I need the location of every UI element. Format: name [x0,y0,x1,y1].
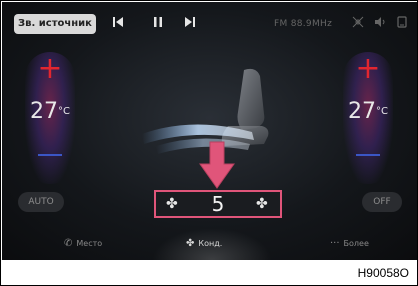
right-temp-up-button[interactable]: + [338,54,398,84]
pause-icon[interactable] [152,14,164,34]
fan-off-icon[interactable] [352,14,364,34]
top-bar: Зв. источник FM 88.9MHz [2,2,417,46]
source-button[interactable]: Зв. источник [14,14,96,34]
right-temperature: 27°C [338,100,398,124]
left-temp-value: 27 [30,99,58,124]
fan-decrease-icon[interactable]: ✤ [166,196,178,212]
off-button[interactable]: OFF [362,192,402,212]
left-temp-up-button[interactable]: + [20,54,80,84]
skip-previous-icon[interactable] [112,14,124,34]
fan-speed-control: ✤ 5 ✤ [154,190,282,218]
tab-more-label: Более [343,239,369,248]
phone-icon[interactable] [396,14,408,34]
right-temp-value: 27 [348,99,376,124]
bottom-tab-bar: ✆ Место ✤ Конд. ··· Более [2,228,417,260]
volume-icon[interactable] [374,14,386,34]
tab-climate[interactable]: ✤ Конд. [186,236,222,252]
auto-button[interactable]: AUTO [18,192,64,212]
fan-icon: ✤ [186,238,195,249]
left-temperature-zone: + 27°C [20,52,80,184]
tab-seat-label: Место [76,239,103,248]
skip-next-icon[interactable] [184,14,196,34]
phone-icon: ✆ [64,238,73,249]
left-temperature: 27°C [20,100,80,124]
fan-increase-icon[interactable]: ✤ [256,196,268,212]
figure-caption: H90058O [357,266,409,280]
arrow-pointer-icon [199,141,235,189]
right-temperature-zone: + 27°C [338,52,398,184]
climate-screen: Зв. источник FM 88.9MHz + 27°C + 27°C AU… [2,2,417,260]
right-temp-unit: °C [376,106,388,117]
left-temp-down-button[interactable] [38,154,62,156]
radio-frequency: FM 88.9MHz [274,19,333,29]
more-icon: ··· [330,238,340,249]
tab-seat[interactable]: ✆ Место [64,236,102,252]
figure-frame: Зв. источник FM 88.9MHz + 27°C + 27°C AU… [0,0,418,286]
fan-speed-value: 5 [211,192,225,216]
tab-more[interactable]: ··· Более [330,236,369,252]
tab-climate-label: Конд. [198,239,223,248]
right-temp-down-button[interactable] [356,154,380,156]
left-temp-unit: °C [58,106,70,117]
